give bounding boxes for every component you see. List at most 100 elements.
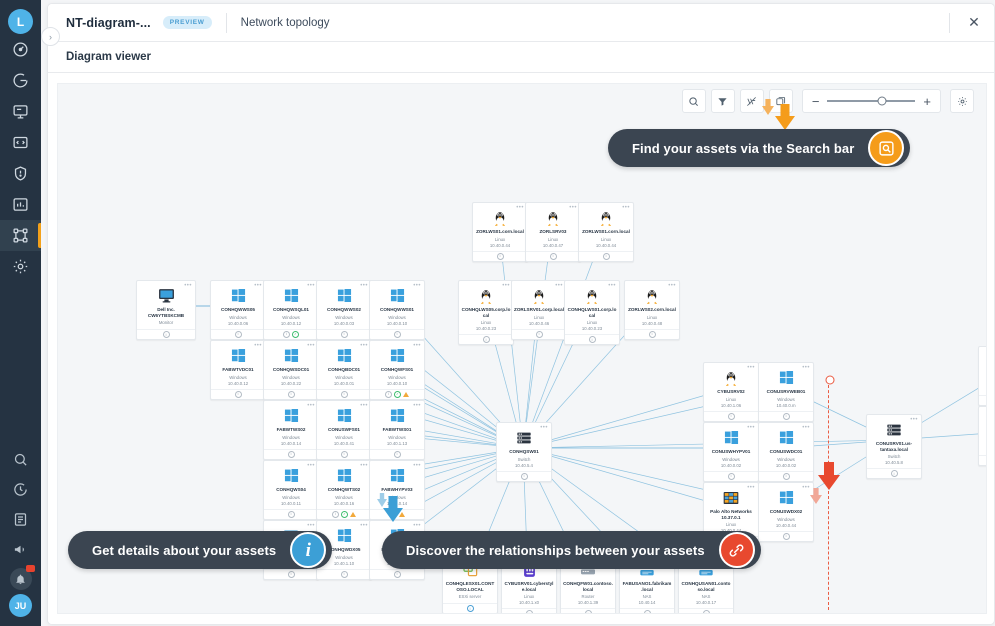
diagram-node[interactable]: ••• ZORLWS01.corn.local Linux 10.40.0.44 i <box>578 202 634 262</box>
zoom-slider[interactable]: − + <box>801 89 941 113</box>
status-warning-icon[interactable] <box>403 391 409 397</box>
status-warning-icon[interactable] <box>350 511 356 517</box>
diagram-node[interactable]: ••• CONUSWFS01 Windows 10.40.0.41 i <box>316 400 372 460</box>
user-avatar[interactable]: JU <box>9 594 32 617</box>
diagram-node[interactable]: ••• CONUSRV01.us-tantaxa.local Switch 10.40… <box>866 414 922 480</box>
node-menu-icon[interactable]: ••• <box>360 283 368 289</box>
node-menu-icon[interactable]: ••• <box>502 283 510 289</box>
node-menu-icon[interactable]: ••• <box>802 425 810 431</box>
status-info-icon[interactable]: i <box>727 412 735 420</box>
diagram-node[interactable]: ••• FABWTVDC01 Windows 10.40.0.12 i <box>210 340 266 400</box>
diagram-node[interactable]: ••• CONHQSW01 Switch 10.40.5.4 i <box>496 422 552 482</box>
diagram-node[interactable]: ••• CONHQWS04 Windows 10.40.0.11 i <box>263 460 319 520</box>
status-info-blue-icon[interactable]: i <box>466 605 474 613</box>
node-menu-icon[interactable]: ••• <box>307 283 315 289</box>
diagram-node[interactable]: ••• CONHQLWS01.corp.local Linux 10.40.0.23 i <box>564 280 620 346</box>
sidebar-expander-button[interactable]: › <box>41 27 60 46</box>
search-icon[interactable] <box>868 130 905 166</box>
status-info-icon[interactable]: i <box>782 472 790 480</box>
diagram-node[interactable]: ••• CONHQWWS02 Windows 10.40.0.03 i <box>316 280 372 340</box>
node-menu-icon[interactable]: ••• <box>413 403 421 409</box>
node-menu-icon[interactable]: ••• <box>413 463 421 469</box>
diagram-node[interactable]: ••• Dell Inc. CW6YTBSKCMB Monitor i <box>136 280 196 341</box>
node-menu-icon[interactable]: ••• <box>307 523 315 529</box>
status-info-icon[interactable]: i <box>287 570 295 578</box>
diagram-node[interactable]: ••• CONUSWHYPV01 Windows 10.40.0.02 i <box>703 422 759 482</box>
zoom-track[interactable] <box>827 96 916 106</box>
node-menu-icon[interactable]: ••• <box>747 365 755 371</box>
node-menu-icon[interactable]: ••• <box>360 343 368 349</box>
sidebar-search-icon[interactable] <box>0 444 41 474</box>
status-info-icon[interactable]: i <box>525 610 533 613</box>
status-info-icon[interactable]: i <box>162 331 170 339</box>
node-menu-icon[interactable]: ••• <box>307 463 315 469</box>
node-menu-icon[interactable]: ••• <box>516 205 524 211</box>
status-info-icon[interactable]: i <box>602 252 610 260</box>
diagram-node[interactable]: ••• ZORLWS01.corn.local Linux 10.40.0.44 i <box>472 202 528 262</box>
node-menu-icon[interactable]: ••• <box>254 283 262 289</box>
node-menu-icon[interactable]: ••• <box>413 523 421 529</box>
status-info-icon[interactable]: i <box>393 330 401 338</box>
node-menu-icon[interactable]: ••• <box>747 485 755 491</box>
node-menu-icon[interactable]: ••• <box>184 283 192 289</box>
node-menu-icon[interactable]: ••• <box>413 283 421 289</box>
status-ok-icon[interactable]: ✓ <box>394 390 401 398</box>
status-info-icon[interactable]: i <box>385 390 392 398</box>
status-info-icon[interactable]: i <box>340 330 348 338</box>
status-info-icon[interactable]: i <box>520 472 528 480</box>
status-info-icon[interactable]: i <box>549 252 557 260</box>
diagram-node[interactable]: ••• FABWTWS01 Windows 10.40.1.13 i <box>369 400 425 460</box>
sidebar-item-monitoring[interactable] <box>0 96 41 127</box>
node-menu-icon[interactable]: ••• <box>307 403 315 409</box>
node-menu-icon[interactable]: ••• <box>413 343 421 349</box>
link-icon[interactable] <box>718 532 755 568</box>
diagram-node[interactable]: ••• CONHQWFS01 Windows 10.40.0.10 i ✓ <box>369 340 425 400</box>
status-info-icon[interactable]: i <box>535 330 543 338</box>
status-info-icon[interactable]: i <box>782 412 790 420</box>
status-info-icon[interactable]: i <box>584 610 592 613</box>
node-menu-icon[interactable]: ••• <box>555 283 563 289</box>
diagram-node[interactable]: ••• CONHQLWS05.corp.local Linux 10.40.0.23 i <box>458 280 514 346</box>
diagram-node[interactable]: ••• ZORLSRV03 Linux 10.40.0.47 i <box>525 202 581 262</box>
status-info-icon[interactable]: i <box>482 336 490 344</box>
diagram-node[interactable]: ••• CONUSRVWEB01 Windows 10.40.0.m i <box>758 362 814 422</box>
node-menu-icon[interactable]: ••• <box>608 283 616 289</box>
diagram-node[interactable]: ••• CONUSWDX02 Windows 10.40.0.44 i <box>758 482 814 542</box>
sidebar-item-topology[interactable] <box>0 220 41 251</box>
sidebar-item-settings[interactable] <box>0 251 41 282</box>
node-menu-icon[interactable]: ••• <box>360 403 368 409</box>
status-info-icon[interactable]: i <box>340 390 348 398</box>
sidebar-announcements-icon[interactable] <box>0 534 41 564</box>
status-ok-icon[interactable]: ✓ <box>292 330 299 338</box>
status-info-icon[interactable]: i <box>782 532 790 540</box>
node-menu-icon[interactable]: ••• <box>360 463 368 469</box>
node-menu-icon[interactable]: ••• <box>747 425 755 431</box>
zoom-in-button[interactable]: + <box>921 95 933 108</box>
status-info-icon[interactable]: i <box>648 330 656 338</box>
status-info-icon[interactable]: i <box>340 570 348 578</box>
sidebar-notifications[interactable] <box>0 564 41 594</box>
diagram-node[interactable]: ••• FABWTWS02 Windows 10.40.0.14 i <box>263 400 319 460</box>
diagram-node[interactable]: ••• CONHQWSQL01 Windows 10.40.0.12 i ✓ <box>263 280 319 340</box>
status-ok-icon[interactable]: ✓ <box>341 510 348 518</box>
diagram-node[interactable]: ••• CONHQWWS01 Windows 10.40.0.10 i <box>369 280 425 340</box>
sidebar-notes-icon[interactable] <box>0 504 41 534</box>
status-info-icon[interactable]: i <box>287 390 295 398</box>
node-menu-icon[interactable]: ••• <box>622 205 630 211</box>
node-menu-icon[interactable]: ••• <box>307 343 315 349</box>
callout-search[interactable]: Find your assets via the Search bar <box>608 129 911 167</box>
status-info-icon[interactable]: i <box>588 336 596 344</box>
sidebar-item-lifecycle[interactable] <box>0 65 41 96</box>
node-menu-icon[interactable]: ••• <box>910 417 918 423</box>
app-logo[interactable]: L <box>8 9 33 34</box>
status-info-icon[interactable]: i <box>393 450 401 458</box>
info-icon[interactable]: i <box>290 532 327 568</box>
callout-relationships[interactable]: Discover the relationships between your … <box>382 531 761 569</box>
status-info-icon[interactable]: i <box>643 610 651 613</box>
status-info-icon[interactable]: i <box>234 330 242 338</box>
diagram-node[interactable]: ••• CONUSWDC01 Windows 10.40.0.02 i <box>758 422 814 482</box>
status-info-icon[interactable]: i <box>727 472 735 480</box>
gear-icon[interactable] <box>950 89 974 113</box>
status-info-icon[interactable]: i <box>393 570 401 578</box>
status-info-icon[interactable]: i <box>287 450 295 458</box>
